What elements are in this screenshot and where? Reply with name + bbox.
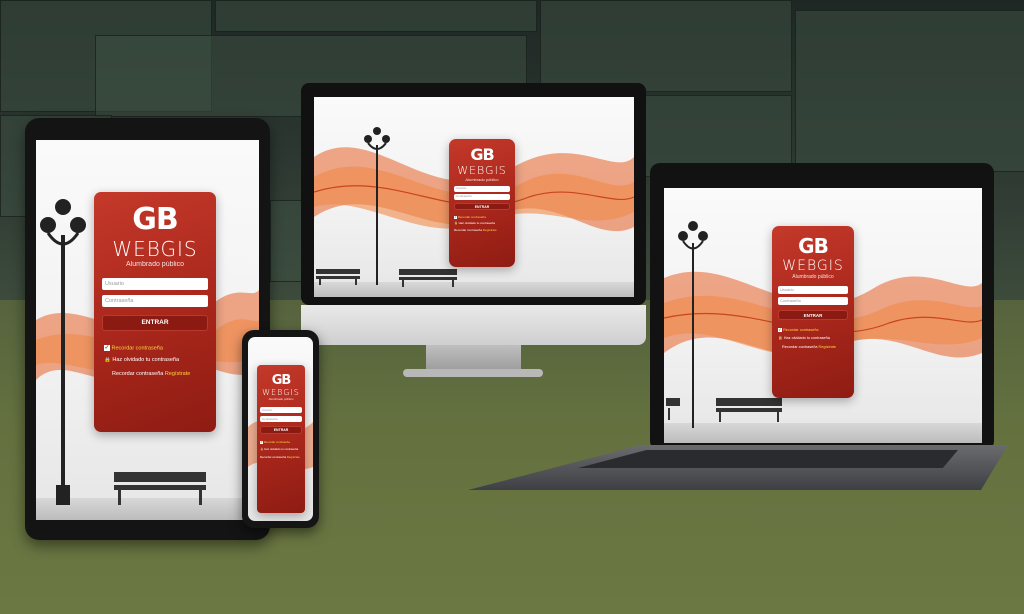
mockup-scene: GB WEBGIS Alumbrado público Usuario Cont… (0, 0, 1024, 614)
phone-screen: GB WEBGIS Alumbrado público Usuario Cont… (248, 337, 313, 521)
forgot-label[interactable]: Haz olvidado tu contraseña (264, 447, 298, 451)
username-field[interactable]: Usuario (778, 286, 848, 294)
tablet-screen: GB WEBGIS Alumbrado público Usuario Cont… (36, 140, 259, 520)
register-link[interactable]: Regístrate (287, 455, 300, 459)
brand-tagline: Alumbrado público (126, 261, 184, 268)
forgot-row[interactable]: 🔒 Haz olvidado tu contraseña (778, 335, 854, 340)
recover-row: Recordar contraseña Regístrate (782, 345, 854, 349)
remember-row[interactable]: ✓ Recordar contraseña (778, 328, 854, 332)
login-button[interactable]: ENTRAR (778, 310, 848, 320)
laptop: GB WEBGIS Alumbrado público Usuario Cont… (468, 163, 1008, 498)
register-link[interactable]: Regístrate (819, 345, 837, 349)
remember-label: Recordar contraseña (111, 345, 163, 352)
wall-panel (795, 10, 1024, 172)
forgot-label[interactable]: Haz olvidado tu contraseña (112, 357, 179, 363)
recover-row: Recordar contraseña Regístrate (112, 371, 216, 377)
username-field[interactable]: Usuario (102, 278, 208, 290)
bench-graphic (666, 398, 680, 420)
login-button[interactable]: ENTRAR (102, 315, 208, 331)
login-card: GB WEBGIS Alumbrado público Usuario Cont… (772, 226, 854, 398)
check-icon[interactable]: ✓ (104, 345, 110, 351)
gb-logo-icon: GB (132, 202, 179, 237)
ground (664, 423, 982, 443)
brand-tagline: Alumbrado público (268, 397, 294, 401)
forgot-row[interactable]: 🔒 Haz olvidado tu contraseña (260, 447, 305, 451)
brand-title: WEBGIS (262, 388, 300, 397)
username-field[interactable]: Usuario (260, 407, 302, 413)
bench-graphic (114, 472, 206, 505)
remember-label: Recordar contraseña (263, 440, 290, 444)
street-lamp-graphic (678, 221, 708, 428)
password-field[interactable]: Contraseña (102, 295, 208, 307)
forgot-row[interactable]: 🔒 Haz olvidado tu contraseña (104, 357, 216, 363)
lock-icon: 🔒 (454, 221, 458, 225)
register-link[interactable]: Regístrate (165, 371, 190, 377)
recover-label[interactable]: Recordar contraseña (260, 455, 286, 459)
street-lamp-graphic (364, 127, 390, 285)
check-icon[interactable]: ✓ (260, 440, 263, 444)
recover-label[interactable]: Recordar contraseña (782, 345, 817, 349)
lock-icon: 🔒 (260, 447, 264, 451)
brand-title: WEBGIS (782, 258, 844, 274)
forgot-label[interactable]: Haz olvidado tu contraseña (784, 336, 830, 340)
remember-row[interactable]: ✓ Recordar contraseña (260, 440, 305, 444)
login-button[interactable]: ENTRAR (260, 426, 302, 434)
gb-logo-icon: GB (470, 145, 494, 164)
wall-panel (215, 0, 537, 32)
remember-label: Recordar contraseña (783, 328, 819, 332)
bench-graphic (399, 269, 457, 287)
login-card: GB WEBGIS Alumbrado público Usuario Cont… (94, 192, 216, 432)
tablet: GB WEBGIS Alumbrado público Usuario Cont… (25, 118, 270, 540)
gb-logo-icon: GB (798, 234, 829, 258)
lock-icon: 🔒 (104, 357, 111, 364)
wall-panel (540, 0, 792, 92)
bench-graphic (716, 398, 782, 422)
smartphone: GB WEBGIS Alumbrado público Usuario Cont… (242, 330, 319, 528)
remember-row[interactable]: ✓ Recordar contraseña (104, 345, 216, 351)
brand-title: WEBGIS (112, 237, 198, 261)
check-icon[interactable]: ✓ (454, 215, 457, 219)
lock-icon: 🔒 (778, 336, 783, 340)
bench-graphic (316, 269, 360, 285)
password-field[interactable]: Contraseña (260, 416, 302, 422)
brand-tagline: Alumbrado público (792, 274, 834, 280)
street-lamp-graphic (40, 199, 86, 505)
recover-label[interactable]: Recordar contraseña (112, 371, 163, 377)
check-icon[interactable]: ✓ (778, 328, 782, 332)
laptop-screen: GB WEBGIS Alumbrado público Usuario Cont… (664, 188, 982, 443)
login-card: GB WEBGIS Alumbrado público Usuario Cont… (257, 365, 305, 513)
recover-row: Recordar contraseña Regístrate (260, 455, 305, 459)
password-field[interactable]: Contraseña (778, 297, 848, 305)
gb-logo-icon: GB (271, 373, 292, 388)
